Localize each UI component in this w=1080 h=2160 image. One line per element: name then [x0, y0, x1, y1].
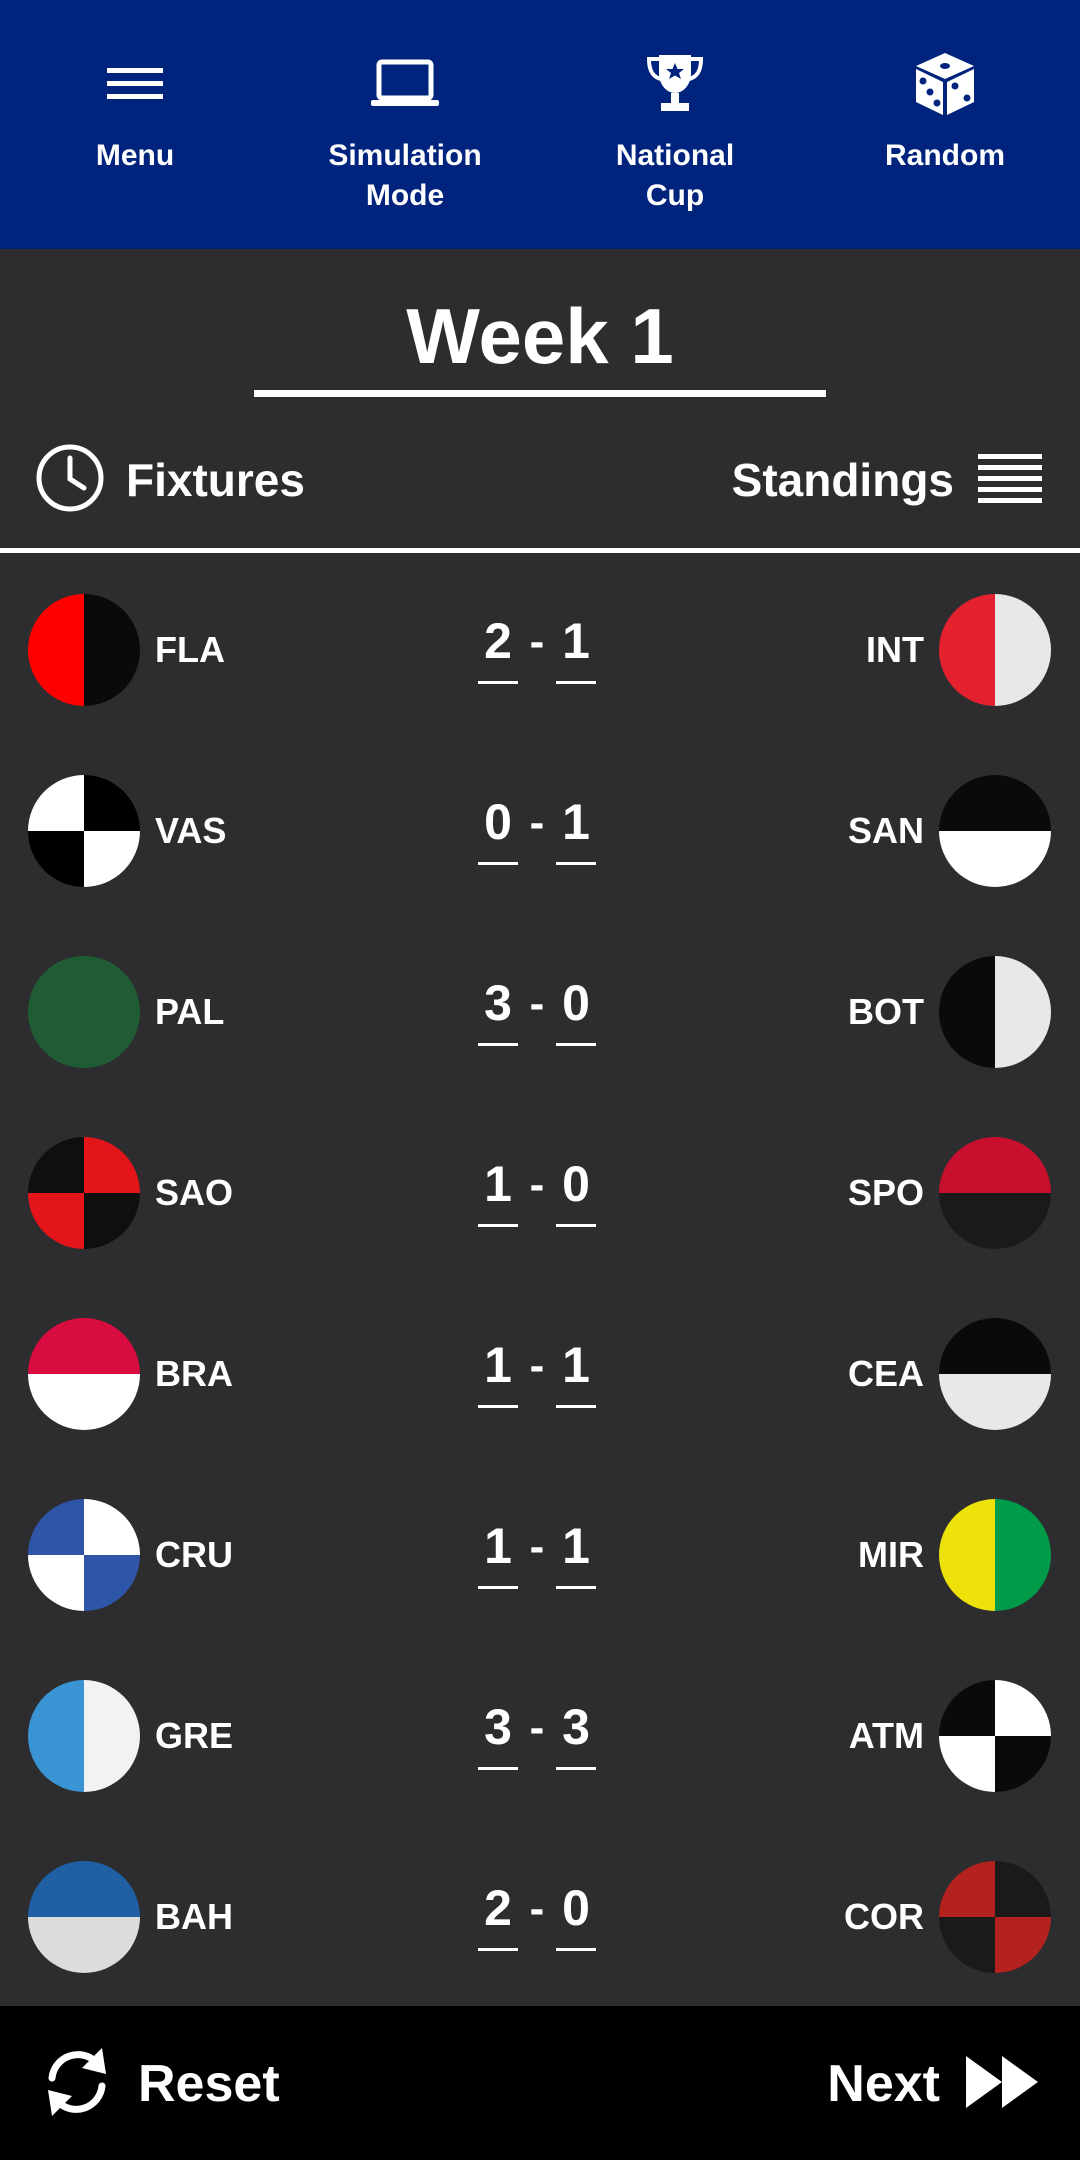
- app-root: Menu Simulation Mode National Cup Random…: [0, 0, 1080, 2160]
- clock-icon: [34, 442, 106, 519]
- away-team-crest-icon: [939, 956, 1051, 1068]
- tabs-divider: [0, 548, 1080, 553]
- refresh-icon: [40, 2042, 114, 2127]
- away-team-name: COR: [844, 1896, 924, 1937]
- reset-label: Reset: [138, 2055, 280, 2113]
- away-score[interactable]: 1: [550, 1330, 602, 1410]
- fixture-row: BRA 1-1 CEA: [0, 1284, 1080, 1465]
- next-label: Next: [827, 2055, 940, 2113]
- home-team-crest-icon: [28, 1318, 140, 1430]
- nav-simulation-mode-button[interactable]: Simulation Mode: [270, 0, 540, 249]
- score-separator: -: [529, 617, 545, 666]
- home-team-name: FLA: [155, 629, 225, 670]
- away-team-crest-icon: [939, 775, 1051, 887]
- tab-standings-label: Standings: [731, 454, 954, 506]
- home-score[interactable]: 1: [472, 1149, 524, 1229]
- tab-fixtures-label: Fixtures: [126, 454, 305, 506]
- away-score[interactable]: 0: [550, 968, 602, 1048]
- nav-random-label: Random: [885, 139, 1005, 172]
- home-team-name: GRE: [155, 1715, 234, 1756]
- away-team-crest-icon: [939, 1137, 1051, 1249]
- home-team-name: BAH: [155, 1896, 233, 1937]
- home-team-crest-icon: [28, 1680, 140, 1792]
- home-score[interactable]: 1: [472, 1330, 524, 1410]
- home-team-crest-icon: [28, 594, 140, 706]
- week-underline: [254, 390, 826, 397]
- home-team-name: SAO: [155, 1172, 234, 1213]
- score-separator: -: [529, 1160, 545, 1209]
- score-separator: -: [529, 798, 545, 847]
- away-score[interactable]: 1: [550, 606, 602, 686]
- away-team-name: INT: [866, 629, 924, 670]
- away-score[interactable]: 1: [550, 1511, 602, 1591]
- away-team-crest-icon: [939, 1499, 1051, 1611]
- away-score[interactable]: 0: [550, 1873, 602, 1953]
- away-team-name: SAN: [847, 810, 924, 851]
- away-team-crest-icon: [939, 1680, 1051, 1792]
- bottom-bar: Reset Next: [0, 2006, 1080, 2160]
- fixture-row: CRU 1-1 MIR: [0, 1465, 1080, 1646]
- away-team-name: ATM: [848, 1715, 924, 1756]
- laptop-icon: [365, 44, 445, 124]
- away-score[interactable]: 1: [550, 787, 602, 867]
- home-score[interactable]: 0: [472, 787, 524, 867]
- nav-national-cup-button[interactable]: National Cup: [540, 0, 810, 249]
- home-score[interactable]: 1: [472, 1511, 524, 1591]
- trophy-icon: [635, 44, 715, 124]
- nav-simulation-mode-label: Simulation Mode: [328, 139, 482, 212]
- home-team-crest-icon: [28, 775, 140, 887]
- away-team-crest-icon: [939, 594, 1051, 706]
- list-lines-icon: [978, 452, 1042, 509]
- away-team-crest-icon: [939, 1861, 1051, 1973]
- home-score[interactable]: 3: [472, 1692, 524, 1772]
- home-team-crest-icon: [28, 956, 140, 1068]
- nav-menu-label: Menu: [95, 139, 175, 172]
- week-title: Week 1: [406, 292, 674, 380]
- home-team-name: BRA: [155, 1353, 233, 1394]
- home-team-crest-icon: [28, 1861, 140, 1973]
- away-team-name: CEA: [847, 1353, 924, 1394]
- home-team-crest-icon: [28, 1499, 140, 1611]
- home-team-name: PAL: [155, 991, 225, 1032]
- fixture-row: BAH 2-0 COR: [0, 1827, 1080, 2006]
- fixtures-list[interactable]: FLA 2-1 INT VAS 0-1 SAN PAL 3-0 BOT SAO 1-0 SPO BRA 1…: [0, 560, 1080, 2006]
- tab-standings[interactable]: Standings: [732, 440, 1042, 520]
- home-score[interactable]: 2: [472, 1873, 524, 1953]
- home-team-name: VAS: [155, 810, 227, 851]
- nav-national-cup-label: National Cup: [615, 139, 735, 212]
- score-separator: -: [529, 1884, 545, 1933]
- score-separator: -: [529, 1703, 545, 1752]
- next-button[interactable]: Next: [827, 2034, 1040, 2134]
- score-separator: -: [529, 979, 545, 1028]
- reset-button[interactable]: Reset: [40, 2034, 280, 2134]
- dice-icon: [905, 44, 985, 124]
- nav-menu-button[interactable]: Menu: [0, 0, 270, 249]
- hamburger-menu-icon: [95, 44, 175, 124]
- tab-fixtures[interactable]: Fixtures: [34, 440, 305, 520]
- away-team-name: MIR: [858, 1534, 924, 1575]
- home-team-crest-icon: [28, 1137, 140, 1249]
- home-score[interactable]: 3: [472, 968, 524, 1048]
- fixture-row: GRE 3-3 ATM: [0, 1646, 1080, 1827]
- home-team-name: CRU: [155, 1534, 233, 1575]
- score-separator: -: [529, 1522, 545, 1571]
- away-team-name: BOT: [848, 991, 924, 1032]
- away-team-crest-icon: [939, 1318, 1051, 1430]
- top-navigation: Menu Simulation Mode National Cup Random: [0, 0, 1080, 249]
- fixture-row: PAL 3-0 BOT: [0, 922, 1080, 1103]
- away-team-name: SPO: [847, 1172, 924, 1213]
- nav-random-button[interactable]: Random: [810, 0, 1080, 249]
- fixture-row: SAO 1-0 SPO: [0, 1103, 1080, 1284]
- away-score[interactable]: 0: [550, 1149, 602, 1229]
- away-score[interactable]: 3: [550, 1692, 602, 1772]
- fixture-row: FLA 2-1 INT: [0, 560, 1080, 741]
- fast-forward-icon: [964, 2054, 1040, 2115]
- fixture-row: VAS 0-1 SAN: [0, 741, 1080, 922]
- score-separator: -: [529, 1341, 545, 1390]
- home-score[interactable]: 2: [472, 606, 524, 686]
